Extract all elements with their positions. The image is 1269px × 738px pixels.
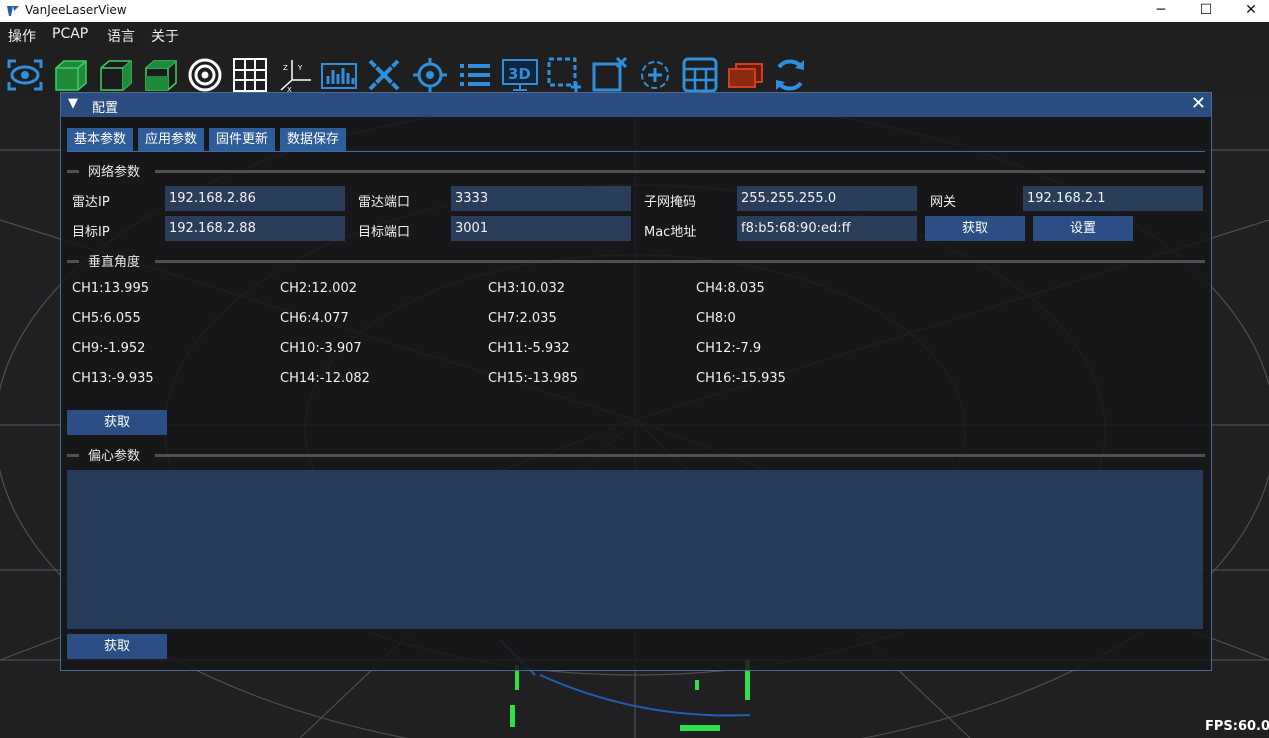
target-ip-field[interactable]: 192.168.2.88 [165,216,345,241]
grid-icon[interactable] [231,56,269,94]
select-region-icon[interactable] [546,56,584,94]
tab-app-params[interactable]: 应用参数 [138,128,204,152]
svg-text:Y: Y [297,64,303,72]
menu-pcap[interactable]: PCAP [52,26,88,42]
config-dialog: ▼ 配置 ✕ 基本参数 应用参数 固件更新 数据保存 网络参数 雷达IP 192… [60,92,1212,671]
list-icon[interactable] [456,56,494,94]
subnet-label: 子网掩码 [644,195,697,210]
tab-underline [67,151,1205,152]
eye-icon[interactable] [6,56,44,94]
channel-angle: CH12:-7.9 [696,341,762,356]
subnet-field[interactable]: 255.255.255.0 [737,186,917,211]
lidar-ip-field[interactable]: 192.168.2.86 [165,186,345,211]
cube-front-icon[interactable] [52,56,90,94]
fps-readout: FPS:60.0 [1205,719,1269,734]
vertical-get-button[interactable]: 获取 [67,410,167,435]
cube-top-icon[interactable] [142,56,180,94]
close-window-button[interactable]: ✕ [1228,0,1269,22]
delete-region-icon[interactable] [591,56,629,94]
channel-angle: CH6:4.077 [280,311,349,326]
menu-operate[interactable]: 操作 [8,26,36,46]
minimize-button[interactable]: ─ [1138,0,1184,22]
network-get-button[interactable]: 获取 [925,216,1025,241]
histogram-icon[interactable] [320,56,358,94]
layers-icon[interactable] [726,56,764,94]
eccentric-get-button[interactable]: 获取 [67,634,167,659]
measure-icon[interactable] [365,56,403,94]
menu-about[interactable]: 关于 [151,26,179,46]
table-icon[interactable] [681,56,719,94]
section-vertical-angle: 垂直角度 [67,251,1205,270]
collapse-arrow-icon[interactable]: ▼ [68,96,78,111]
section-title: 垂直角度 [88,255,141,270]
network-set-button[interactable]: 设置 [1033,216,1133,241]
channel-angle: CH13:-9.935 [72,371,154,386]
lidar-port-label: 雷达端口 [358,195,411,210]
target-port-field[interactable]: 3001 [451,216,631,241]
maximize-button[interactable]: ☐ [1183,0,1229,22]
channel-angle: CH15:-13.985 [488,371,578,386]
section-title: 网络参数 [88,165,141,180]
tab-basic-params[interactable]: 基本参数 [67,128,133,152]
dialog-title: 配置 [92,101,119,116]
axis-icon[interactable]: ZYX [276,56,314,94]
svg-text:Z: Z [283,64,288,72]
lidar-port-field[interactable]: 3333 [451,186,631,211]
eccentric-params-textarea[interactable] [67,470,1203,629]
target-port-label: 目标端口 [358,225,411,240]
gateway-field[interactable]: 192.168.2.1 [1023,186,1203,211]
target-ip-label: 目标IP [72,225,110,240]
section-title: 偏心参数 [88,449,141,464]
menu-language[interactable]: 语言 [107,26,135,46]
svg-text:3D: 3D [508,65,531,83]
lidar-ip-label: 雷达IP [72,195,110,210]
channel-angle: CH1:13.995 [72,281,149,296]
tab-data-save[interactable]: 数据保存 [280,128,346,152]
gateway-label: 网关 [930,195,957,210]
mac-label: Mac地址 [644,225,697,240]
channel-angle: CH5:6.055 [72,311,141,326]
tab-firmware-update[interactable]: 固件更新 [209,128,275,152]
channel-angle: CH8:0 [696,311,736,326]
channel-angle: CH16:-15.935 [696,371,786,386]
refresh-icon[interactable] [771,56,809,94]
target-icon[interactable] [186,56,224,94]
channel-angle: CH2:12.002 [280,281,357,296]
channel-angle: CH7:2.035 [488,311,557,326]
locate-icon[interactable] [636,56,674,94]
window-title: VanJeeLaserView [25,3,127,17]
dialog-header[interactable]: ▼ 配置 ✕ [61,93,1211,117]
mac-field[interactable]: f8:b5:68:90:ed:ff [737,216,917,241]
close-icon[interactable]: ✕ [1191,94,1206,114]
crosshair-icon[interactable] [411,56,449,94]
section-network: 网络参数 [67,161,1205,180]
channel-angle: CH9:-1.952 [72,341,146,356]
channel-angle: CH10:-3.907 [280,341,362,356]
menu-bar: 操作 PCAP 语言 关于 [0,22,1269,48]
channel-angle: CH14:-12.082 [280,371,370,386]
title-bar: VanJeeLaserView ─ ☐ ✕ [0,0,1269,22]
section-eccentric: 偏心参数 [67,445,1205,464]
channel-angle: CH3:10.032 [488,281,565,296]
channel-angle: CH11:-5.932 [488,341,570,356]
app-logo-icon [7,6,19,16]
cube-side-icon[interactable] [97,56,135,94]
channel-angle: CH4:8.035 [696,281,765,296]
3d-view-icon[interactable]: 3D [501,56,539,94]
